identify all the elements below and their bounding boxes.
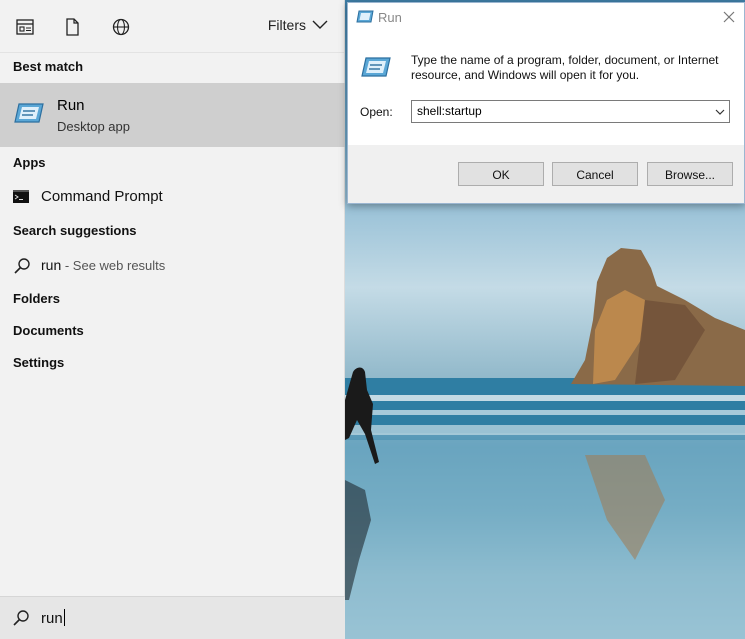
search-suggestions-heading: Search suggestions	[13, 223, 137, 238]
suggestion-hint: - See web results	[61, 258, 166, 273]
search-topbar: Filters	[0, 0, 344, 53]
best-match-title: Run	[57, 97, 85, 114]
suggestion-text: run - See web results	[41, 257, 165, 273]
documents-filter-icon[interactable]	[62, 17, 82, 37]
search-icon	[13, 610, 29, 626]
best-match-subtitle: Desktop app	[57, 119, 130, 134]
suggestion-query: run	[41, 257, 62, 273]
run-dialog-title: Run	[378, 10, 402, 25]
chevron-down-icon	[312, 20, 328, 29]
start-search-panel: Filters Best match Run Desktop app Apps …	[0, 0, 345, 639]
browse-button[interactable]: Browse...	[647, 162, 733, 186]
filters-label: Filters	[267, 17, 306, 33]
app-item-command-prompt[interactable]: Command Prompt	[0, 181, 345, 213]
close-button[interactable]	[720, 8, 738, 26]
text-caret	[63, 609, 65, 626]
settings-heading[interactable]: Settings	[0, 348, 64, 378]
run-dialog: Run Type the name of a program, folder, …	[347, 2, 745, 204]
cancel-button[interactable]: Cancel	[552, 162, 638, 186]
command-prompt-icon	[13, 190, 29, 203]
run-dialog-button-bar: OK Cancel Browse...	[348, 145, 744, 203]
apps-heading: Apps	[13, 155, 46, 170]
search-input[interactable]: run	[41, 609, 65, 627]
apps-filter-icon[interactable]	[15, 17, 35, 37]
close-icon	[723, 11, 735, 23]
app-item-label: Command Prompt	[41, 188, 163, 205]
filters-dropdown[interactable]: Filters	[268, 17, 328, 33]
ok-button[interactable]: OK	[458, 162, 544, 186]
web-filter-icon[interactable]	[111, 17, 131, 37]
run-app-icon	[361, 57, 391, 77]
documents-heading[interactable]: Documents	[0, 316, 84, 346]
run-dialog-titlebar[interactable]: Run	[348, 3, 744, 33]
search-box[interactable]: run	[0, 596, 345, 639]
open-input[interactable]	[417, 104, 707, 118]
web-suggestion-run[interactable]: run - See web results	[0, 250, 345, 282]
best-match-heading: Best match	[13, 59, 84, 74]
run-app-icon	[14, 103, 44, 123]
best-match-run[interactable]: Run Desktop app	[0, 83, 345, 147]
run-app-icon	[356, 10, 374, 23]
open-combobox[interactable]	[411, 100, 730, 123]
run-dialog-description: Type the name of a program, folder, docu…	[411, 53, 719, 82]
search-query-text: run	[41, 610, 63, 627]
search-icon	[14, 258, 30, 274]
chevron-down-icon[interactable]	[713, 104, 727, 119]
open-label: Open:	[360, 105, 393, 119]
folders-heading[interactable]: Folders	[0, 284, 60, 314]
